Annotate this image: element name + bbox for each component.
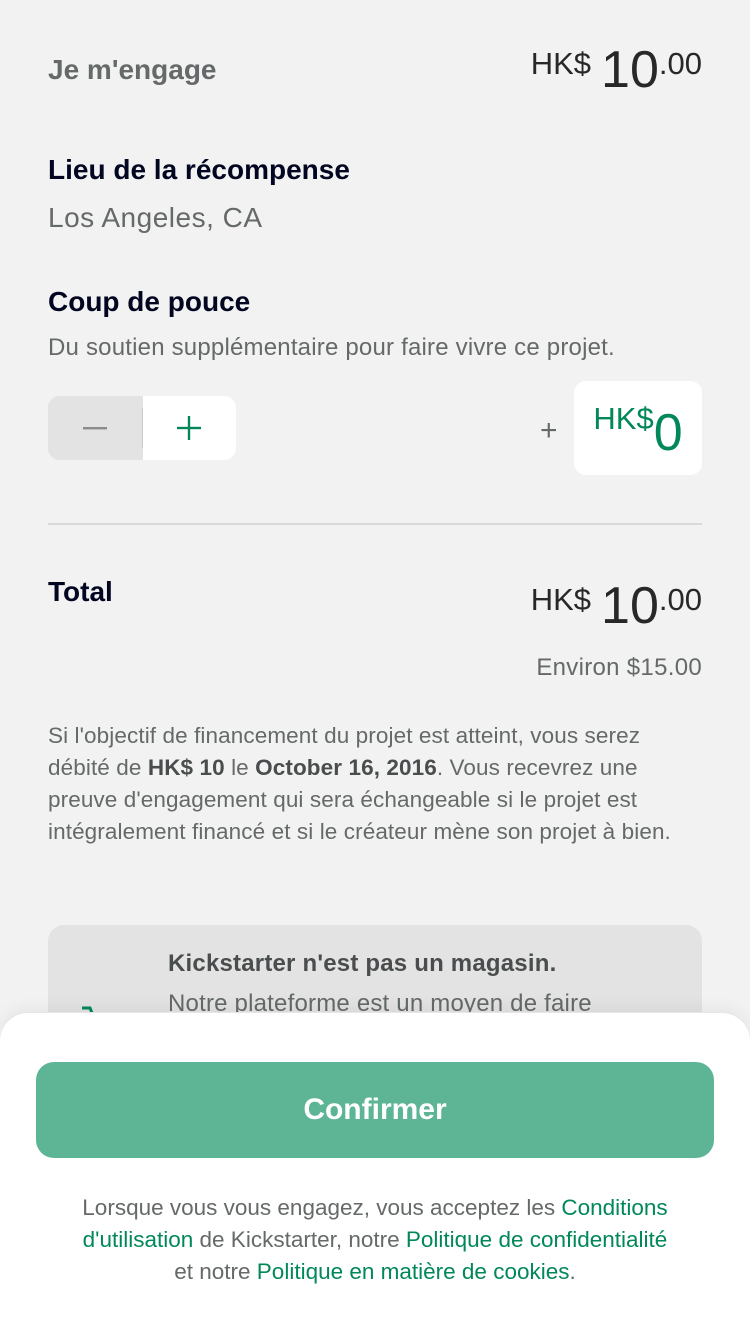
decrement-button[interactable] xyxy=(48,396,142,460)
bonus-amount-input[interactable]: HK$ 0 xyxy=(574,381,702,475)
disclaimer-part2: le xyxy=(224,755,256,780)
privacy-link[interactable]: Politique de confidentialité xyxy=(406,1227,667,1252)
pledge-label: Je m'engage xyxy=(48,54,217,85)
total-decimal: .00 xyxy=(658,582,702,617)
bonus-plus-sign: + xyxy=(540,414,558,447)
legal-part4: . xyxy=(569,1259,576,1284)
confirm-button[interactable]: Confirmer xyxy=(36,1062,714,1158)
bonus-value: 0 xyxy=(653,404,683,462)
pledge-integer: 10 xyxy=(601,41,659,99)
legal-part3: et notre xyxy=(174,1259,257,1284)
disclaimer-amount: HK$ 10 xyxy=(147,755,225,780)
pledge-amount: HK$ 10 .00 xyxy=(531,44,702,96)
pledge-currency: HK$ xyxy=(530,46,592,81)
increment-button[interactable] xyxy=(142,396,236,460)
reward-location-value: Los Angeles, CA xyxy=(48,202,263,233)
bonus-currency: HK$ xyxy=(593,401,654,436)
bonus-subtitle: Du soutien supplémentaire pour faire viv… xyxy=(48,334,615,361)
total-integer: 10 xyxy=(601,577,659,635)
plus-icon xyxy=(177,416,202,440)
pledge-decimal: .00 xyxy=(658,46,702,81)
total-currency: HK$ xyxy=(530,582,592,617)
section-divider xyxy=(48,523,702,525)
legal-notice: Lorsque vous vous engagez, vous acceptez… xyxy=(80,1192,670,1288)
bonus-title: Coup de pouce xyxy=(48,286,251,317)
minus-icon xyxy=(82,427,107,430)
reward-location-title: Lieu de la récompense xyxy=(48,154,350,185)
store-notice-title: Kickstarter n'est pas un magasin. xyxy=(168,950,557,977)
bonus-stepper xyxy=(48,396,236,460)
total-approx: Environ $15.00 xyxy=(536,654,702,681)
total-amount: HK$ 10 .00 xyxy=(531,580,702,632)
legal-part1: Lorsque vous vous engagez, vous acceptez… xyxy=(82,1195,562,1220)
disclaimer-date: October 16, 2016 xyxy=(255,755,437,780)
legal-part2: de Kickstarter, notre xyxy=(193,1227,406,1252)
total-label: Total xyxy=(48,576,113,607)
charge-disclaimer: Si l'objectif de financement du projet e… xyxy=(48,720,708,848)
cookies-link[interactable]: Politique en matière de cookies xyxy=(257,1259,570,1284)
